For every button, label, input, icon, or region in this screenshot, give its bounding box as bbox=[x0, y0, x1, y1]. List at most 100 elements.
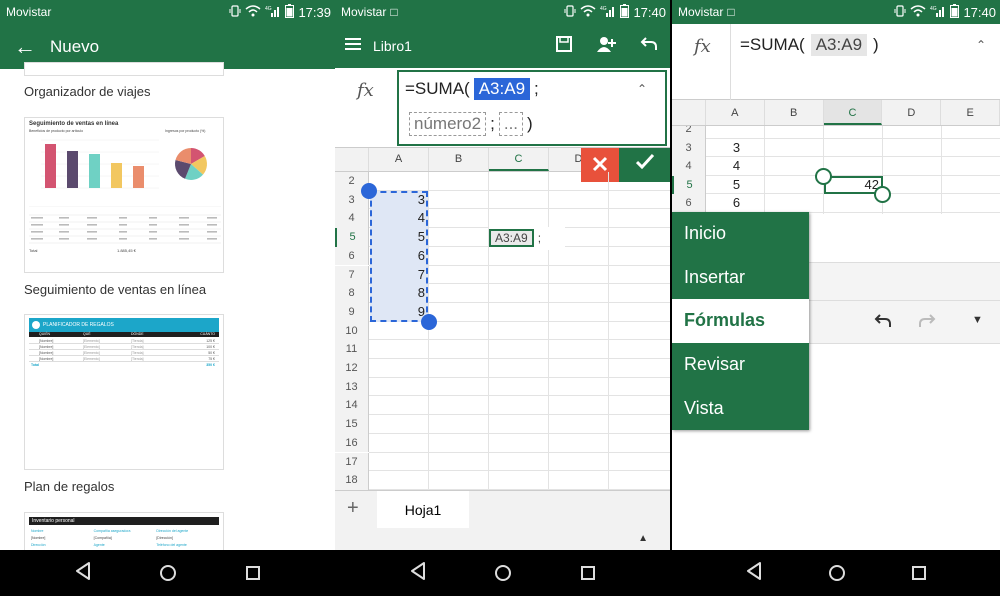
share-person-icon[interactable] bbox=[596, 36, 616, 57]
add-sheet-button[interactable]: + bbox=[347, 497, 359, 520]
thumb-total-value: 1.885,45 € bbox=[117, 248, 136, 253]
row-header[interactable]: 13 bbox=[335, 377, 369, 397]
cell-value: 6 bbox=[417, 247, 425, 263]
undo-icon[interactable] bbox=[874, 313, 892, 334]
nav-home-icon[interactable] bbox=[495, 565, 512, 581]
template-thumbnail-travel[interactable] bbox=[24, 62, 224, 76]
status-bar: Movistar 4G 17:39 bbox=[0, 0, 335, 24]
save-icon[interactable] bbox=[556, 35, 572, 57]
formula-arg-placeholder[interactable]: número2 bbox=[409, 112, 487, 136]
row-header[interactable]: 12 bbox=[335, 359, 369, 378]
page-title: Nuevo bbox=[50, 36, 100, 56]
row-header[interactable]: 3 bbox=[672, 138, 706, 157]
thumb-field: Dirección del agente bbox=[156, 529, 189, 533]
formula-text[interactable]: =SUMA( A3:A9 ) bbox=[740, 34, 879, 56]
nav-recents-icon[interactable] bbox=[581, 566, 596, 580]
row-header[interactable]: 5 bbox=[672, 175, 706, 194]
clock: 17:40 bbox=[633, 4, 666, 20]
cell-value: 8 bbox=[417, 285, 425, 301]
row-header[interactable]: 16 bbox=[335, 433, 369, 453]
row-header[interactable]: 15 bbox=[335, 415, 369, 434]
column-header-D[interactable]: D bbox=[882, 100, 942, 125]
thumb-field: Agente bbox=[93, 543, 105, 547]
cell-editor-range: A3:A9 bbox=[489, 229, 534, 248]
column-header-B[interactable]: B bbox=[429, 148, 489, 171]
back-arrow-icon[interactable]: ← bbox=[14, 34, 36, 60]
row-header[interactable]: 4 bbox=[672, 157, 706, 176]
nav-home-icon[interactable] bbox=[160, 565, 177, 581]
collapse-chevron-icon[interactable]: ⌃ bbox=[976, 38, 986, 52]
row-header[interactable]: 14 bbox=[335, 396, 369, 416]
template-thumbnail-sales[interactable]: Seguimiento de ventas en línea Beneficio… bbox=[24, 117, 224, 273]
column-header-A[interactable]: A bbox=[369, 148, 429, 171]
row-header[interactable]: 2 bbox=[672, 126, 706, 139]
corner-cell[interactable] bbox=[335, 148, 369, 171]
menu-item-insertar[interactable]: Insertar bbox=[672, 256, 809, 300]
nav-recents-icon[interactable] bbox=[912, 566, 927, 580]
template-thumbnail-gifts[interactable]: PLANIFICADOR DE REGALOS QUIÉN QUÉ DÓNDE … bbox=[24, 314, 224, 470]
battery-icon bbox=[950, 3, 960, 21]
column-header-C[interactable]: C bbox=[489, 148, 549, 171]
menu-item-vista[interactable]: Vista bbox=[672, 386, 809, 430]
network-type: 4G bbox=[600, 6, 607, 12]
nav-back-icon[interactable] bbox=[410, 561, 426, 585]
cell-editor[interactable]: A3:A9; bbox=[489, 227, 565, 250]
formula-close: ) bbox=[873, 35, 879, 54]
column-header-A[interactable]: A bbox=[706, 100, 765, 125]
template-label: Seguimiento de ventas en línea bbox=[24, 282, 207, 297]
column-header-E[interactable]: E bbox=[941, 100, 1000, 125]
spreadsheet-grid[interactable]: 2 3 4 5 6 7 8 9 10 11 12 13 14 15 16 17 18 3 4 5 6 7 8 9 A3:A9; bbox=[335, 172, 670, 490]
formula-input[interactable]: =SUMA( A3:A9 ; número2 ; ... ) ⌃ bbox=[397, 70, 667, 146]
redo-icon[interactable] bbox=[918, 313, 936, 334]
thumb-total-label: Total bbox=[29, 248, 38, 253]
row-header[interactable]: 6 bbox=[335, 246, 369, 266]
selection-handle-top[interactable] bbox=[361, 182, 377, 199]
cell-handle-top[interactable] bbox=[815, 167, 832, 185]
dropdown-triangle-icon[interactable]: ▼ bbox=[972, 314, 983, 326]
clock: 17:40 bbox=[963, 4, 996, 20]
cell-value: 4 bbox=[417, 210, 425, 226]
nav-back-icon[interactable] bbox=[746, 561, 762, 585]
row-header[interactable]: 8 bbox=[335, 284, 369, 303]
menu-item-revisar[interactable]: Revisar bbox=[672, 343, 809, 387]
carrier-name: Movistar bbox=[678, 5, 724, 19]
system-nav-bar bbox=[672, 550, 1000, 596]
nav-home-icon[interactable] bbox=[828, 565, 845, 581]
row-header[interactable]: 18 bbox=[335, 471, 369, 490]
fx-icon: fx bbox=[357, 80, 374, 101]
spreadsheet-grid[interactable]: 2 3 4 5 6 3 4 5 6 42 bbox=[672, 126, 1000, 214]
sheet-tab-hoja1[interactable]: Hoja1 bbox=[377, 491, 469, 529]
formula-more-args[interactable]: ... bbox=[498, 112, 524, 136]
row-header[interactable]: 17 bbox=[335, 452, 369, 472]
cell-handle-bottom[interactable] bbox=[874, 186, 891, 203]
row-header[interactable]: 11 bbox=[335, 340, 369, 359]
selection-handle-bottom[interactable] bbox=[421, 313, 437, 330]
row-header[interactable]: 7 bbox=[335, 265, 369, 285]
menu-item-fórmulas[interactable]: Fórmulas bbox=[672, 299, 809, 343]
menu-item-inicio[interactable]: Inicio bbox=[672, 212, 809, 256]
row-header[interactable]: 9 bbox=[335, 302, 369, 322]
nav-back-icon[interactable] bbox=[75, 561, 91, 585]
thumb-field: [Dirección] bbox=[156, 536, 173, 540]
panel-templates: Movistar 4G 17:39 ← Nuevo Organizador de… bbox=[0, 0, 335, 596]
row-header[interactable]: 10 bbox=[335, 321, 369, 341]
template-thumbnail-inventory[interactable]: Inventario personal Nombre Compañía asegu… bbox=[24, 512, 224, 552]
expand-ribbon-icon[interactable]: ▲ bbox=[638, 533, 648, 544]
thumb-subtitle: Beneficios de producto por artículo bbox=[29, 129, 84, 133]
column-header-C[interactable]: C bbox=[823, 100, 883, 125]
thumb-field: Dirección bbox=[31, 543, 46, 547]
row-header[interactable]: 6 bbox=[672, 194, 706, 213]
row-header[interactable]: 4 bbox=[335, 209, 369, 229]
undo-icon[interactable] bbox=[640, 36, 658, 57]
corner-cell[interactable] bbox=[672, 100, 706, 125]
collapse-chevron-icon[interactable]: ⌃ bbox=[637, 82, 647, 96]
wifi-icon bbox=[245, 4, 261, 20]
row-header[interactable]: 5 bbox=[335, 228, 369, 247]
hamburger-menu-icon[interactable] bbox=[345, 37, 361, 56]
column-header-B[interactable]: B bbox=[765, 100, 824, 125]
thumb-total-row: Total 350 € bbox=[31, 363, 215, 367]
nav-recents-icon[interactable] bbox=[246, 566, 261, 580]
formula-range-token[interactable]: A3:A9 bbox=[473, 78, 531, 100]
clock: 17:39 bbox=[298, 4, 331, 20]
gift-icon bbox=[32, 321, 40, 329]
